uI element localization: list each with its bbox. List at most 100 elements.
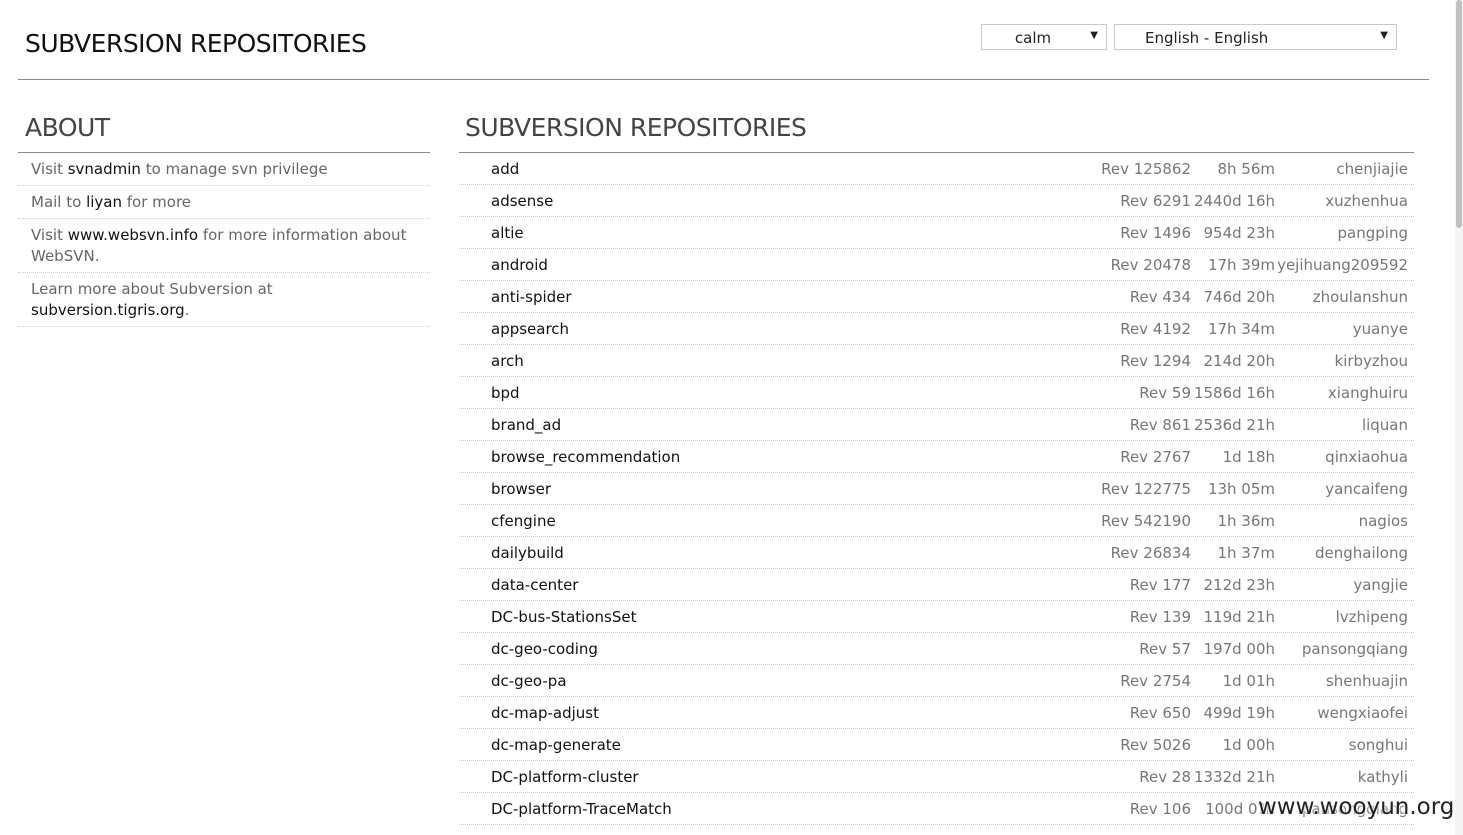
site-title: SUBVERSION REPOSITORIES — [25, 29, 367, 58]
repository-author: nagios — [1358, 512, 1408, 530]
repository-revision[interactable]: Rev 2754 — [1120, 672, 1191, 690]
repository-age: 1d 01h — [1222, 672, 1275, 690]
repository-name-link[interactable]: altie — [491, 224, 524, 242]
repository-age: 17h 34m — [1207, 320, 1275, 338]
repository-name-link[interactable]: android — [491, 256, 548, 274]
repository-age: 119d 21h — [1203, 608, 1275, 626]
repository-panel: SUBVERSION REPOSITORIES add Rev 125862 8h … — [459, 110, 1414, 825]
repository-revision[interactable]: Rev 6291 — [1120, 192, 1191, 210]
repository-row: android Rev 20478 17h 39m yejihuang209592 — [459, 249, 1414, 281]
repository-name-link[interactable]: adsense — [491, 192, 553, 210]
about-item: Visit www.websvn.info for more informati… — [18, 219, 430, 273]
about-item-link[interactable]: www.websvn.info — [68, 226, 198, 244]
repository-revision[interactable]: Rev 106 — [1130, 800, 1191, 818]
repository-revision[interactable]: Rev 57 — [1139, 640, 1191, 658]
vertical-scrollbar[interactable] — [1455, 0, 1463, 835]
repository-age: 1332d 21h — [1193, 768, 1275, 786]
repository-revision[interactable]: Rev 122775 — [1101, 480, 1191, 498]
about-list: Visit svnadmin to manage svn privilege Ma… — [18, 153, 430, 327]
about-item-link[interactable]: liyan — [86, 193, 122, 211]
repository-author: xuzhenhua — [1325, 192, 1408, 210]
repository-name-link[interactable]: cfengine — [491, 512, 556, 530]
repository-author: yancaifeng — [1325, 480, 1408, 498]
repository-revision[interactable]: Rev 125862 — [1101, 160, 1191, 178]
watermark: www.wooyun.org — [1258, 794, 1455, 820]
repository-name-link[interactable]: arch — [491, 352, 524, 370]
repository-age: 746d 20h — [1203, 288, 1275, 306]
repository-row: dc-map-generate Rev 5026 1d 00h songhui — [459, 729, 1414, 761]
repository-row: browse_recommendation Rev 2767 1d 18h qinxi… — [459, 441, 1414, 473]
repository-revision[interactable]: Rev 1294 — [1120, 352, 1191, 370]
repository-name-link[interactable]: browse_recommendation — [491, 448, 680, 466]
repository-author: xianghuiru — [1327, 384, 1408, 402]
repository-row: anti-spider Rev 434 746d 20h zhoulanshun — [459, 281, 1414, 313]
repository-author: shenhuajin — [1325, 672, 1408, 690]
about-item: Mail to liyan for more — [18, 186, 430, 219]
repository-author: chenjiajie — [1336, 160, 1408, 178]
repository-list: add Rev 125862 8h 56m chenjiajie adsense Rev … — [459, 153, 1414, 825]
repository-revision[interactable]: Rev 28 — [1139, 768, 1191, 786]
repository-age: 1d 00h — [1222, 736, 1275, 754]
repository-age: 499d 19h — [1203, 704, 1275, 722]
language-select[interactable]: English - English ▼ — [1114, 24, 1397, 50]
repository-revision[interactable]: Rev 177 — [1130, 576, 1191, 594]
repository-row: DC-platform-cluster Rev 28 1332d 21h kathyl… — [459, 761, 1414, 793]
repository-revision[interactable]: Rev 542190 — [1101, 512, 1191, 530]
repository-author: zhoulanshun — [1312, 288, 1408, 306]
repository-age: 2440d 16h — [1193, 192, 1275, 210]
repository-row: cfengine Rev 542190 1h 36m nagios — [459, 505, 1414, 537]
repository-row: dc-map-adjust Rev 650 499d 19h wengxiaofei — [459, 697, 1414, 729]
repository-name-link[interactable]: add — [491, 160, 519, 178]
repository-name-link[interactable]: appsearch — [491, 320, 569, 338]
repository-name-link[interactable]: DC-bus-StationsSet — [491, 608, 636, 626]
repository-revision[interactable]: Rev 59 — [1139, 384, 1191, 402]
repository-revision[interactable]: Rev 1496 — [1120, 224, 1191, 242]
scrollbar-thumb[interactable] — [1456, 0, 1462, 228]
repository-row: browser Rev 122775 13h 05m yancaifeng — [459, 473, 1414, 505]
repository-revision[interactable]: Rev 5026 — [1120, 736, 1191, 754]
about-item-text: . — [184, 301, 190, 319]
repository-name-link[interactable]: data-center — [491, 576, 578, 594]
repository-name-link[interactable]: brand_ad — [491, 416, 561, 434]
repository-revision[interactable]: Rev 2767 — [1120, 448, 1191, 466]
repository-row: dc-geo-coding Rev 57 197d 00h pansongqiang — [459, 633, 1414, 665]
repository-author: kirbyzhou — [1334, 352, 1408, 370]
repository-name-link[interactable]: dc-geo-coding — [491, 640, 598, 658]
template-select[interactable]: calm ▼ — [981, 24, 1107, 50]
repository-name-link[interactable]: dailybuild — [491, 544, 564, 562]
about-item-text: for more — [122, 193, 192, 211]
repository-name-link[interactable]: dc-map-generate — [491, 736, 621, 754]
repository-author: yejihuang209592 — [1277, 256, 1408, 274]
repository-row: appsearch Rev 4192 17h 34m yuanye — [459, 313, 1414, 345]
repository-author: liquan — [1361, 416, 1408, 434]
repository-revision[interactable]: Rev 4192 — [1120, 320, 1191, 338]
repository-row: arch Rev 1294 214d 20h kirbyzhou — [459, 345, 1414, 377]
repository-name-link[interactable]: anti-spider — [491, 288, 572, 306]
about-item-link[interactable]: svnadmin — [68, 160, 141, 178]
repository-name-link[interactable]: browser — [491, 480, 551, 498]
repository-revision[interactable]: Rev 434 — [1130, 288, 1191, 306]
repository-name-link[interactable]: dc-geo-pa — [491, 672, 567, 690]
repository-row: altie Rev 1496 954d 23h pangping — [459, 217, 1414, 249]
repository-age: 8h 56m — [1217, 160, 1275, 178]
repository-revision[interactable]: Rev 139 — [1130, 608, 1191, 626]
repository-age: 1h 36m — [1217, 512, 1275, 530]
about-item-text: to manage svn privilege — [140, 160, 328, 178]
repository-author: wengxiaofei — [1317, 704, 1408, 722]
repository-revision[interactable]: Rev 26834 — [1111, 544, 1191, 562]
repository-age: 17h 39m — [1207, 256, 1275, 274]
repository-author: pangping — [1337, 224, 1408, 242]
repository-name-link[interactable]: dc-map-adjust — [491, 704, 599, 722]
about-item-text: Visit — [31, 160, 68, 178]
repositories-heading: SUBVERSION REPOSITORIES — [459, 110, 1414, 153]
about-item-link[interactable]: subversion.tigris.org — [31, 301, 185, 319]
repository-revision[interactable]: Rev 650 — [1130, 704, 1191, 722]
repository-revision[interactable]: Rev 20478 — [1111, 256, 1191, 274]
repository-revision[interactable]: Rev 861 — [1130, 416, 1191, 434]
repository-author: yangjie — [1353, 576, 1408, 594]
repository-name-link[interactable]: DC-platform-TraceMatch — [491, 800, 672, 818]
repository-age: 214d 20h — [1203, 352, 1275, 370]
repository-name-link[interactable]: DC-platform-cluster — [491, 768, 639, 786]
repository-name-link[interactable]: bpd — [491, 384, 520, 402]
about-heading: ABOUT — [18, 110, 430, 153]
